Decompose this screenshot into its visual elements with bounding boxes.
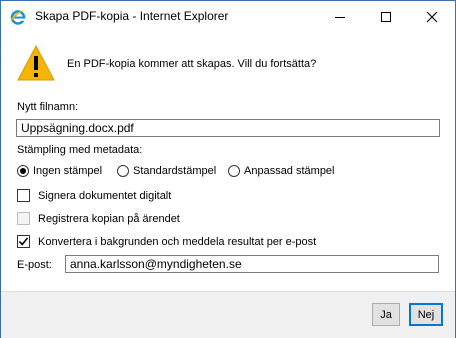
close-icon — [426, 11, 438, 22]
radio-ingen-stampel[interactable]: Ingen stämpel — [17, 165, 102, 177]
checkbox-label: Registrera kopian på ärendet — [38, 212, 180, 225]
email-label: E-post: — [17, 259, 52, 271]
checkbox-disabled — [17, 212, 30, 225]
checkmark-icon — [18, 237, 29, 246]
checkbox[interactable] — [17, 189, 30, 202]
checkbox-label: Konvertera i bakgrunden och meddela resu… — [38, 235, 317, 248]
email-input[interactable]: anna.karlsson@myndigheten.se — [65, 255, 439, 273]
radio-standardstampel[interactable]: Standardstämpel — [117, 165, 216, 177]
checkbox-sign-digitally[interactable]: Signera dokumentet digitalt — [17, 189, 171, 202]
stamping-label: Stämpling med metadata: — [17, 144, 143, 156]
dialog-window: Skapa PDF-kopia - Internet Explorer En P… — [0, 0, 456, 338]
maximize-icon — [381, 11, 391, 22]
window-title: Skapa PDF-kopia - Internet Explorer — [35, 9, 229, 23]
internet-explorer-icon — [10, 10, 26, 25]
radio-label: Standardstämpel — [133, 165, 217, 177]
radio-button[interactable] — [228, 165, 240, 177]
button-bar: Ja Nej — [1, 291, 455, 338]
filename-label: Nytt filnamn: — [17, 101, 79, 113]
radio-button-selected[interactable] — [17, 165, 29, 177]
checkbox-convert-background[interactable]: Konvertera i bakgrunden och meddela resu… — [17, 235, 316, 248]
no-button[interactable]: Nej — [409, 303, 443, 326]
confirmation-prompt: En PDF-kopia kommer att skapas. Vill du … — [67, 58, 317, 70]
radio-label: Ingen stämpel — [33, 165, 103, 177]
checkbox-checked[interactable] — [17, 235, 30, 248]
checkbox-register-copy[interactable]: Registrera kopian på ärendet — [17, 212, 180, 225]
yes-button[interactable]: Ja — [372, 303, 400, 326]
radio-anpassad-stampel[interactable]: Anpassad stämpel — [228, 165, 335, 177]
maximize-button[interactable] — [363, 1, 409, 32]
close-button[interactable] — [409, 1, 455, 32]
minimize-icon — [335, 16, 345, 18]
warning-icon — [17, 44, 55, 81]
title-bar[interactable]: Skapa PDF-kopia - Internet Explorer — [1, 1, 455, 32]
filename-input[interactable]: Uppsägning.docx.pdf — [16, 119, 440, 137]
checkbox-label: Signera dokumentet digitalt — [38, 189, 172, 202]
minimize-button[interactable] — [317, 1, 363, 32]
radio-button[interactable] — [117, 165, 129, 177]
dialog-content: En PDF-kopia kommer att skapas. Vill du … — [1, 32, 455, 291]
radio-label: Anpassad stämpel — [244, 165, 335, 177]
